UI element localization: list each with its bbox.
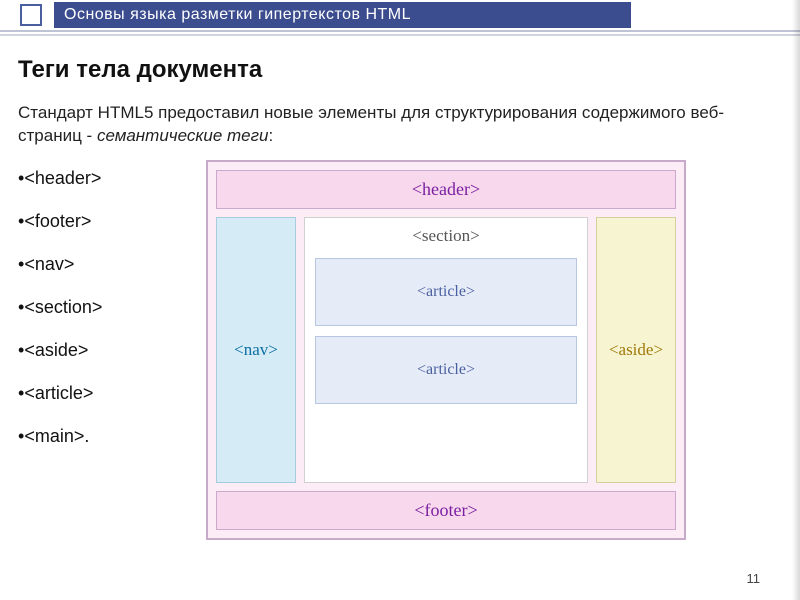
tag-label: <footer> [24,211,91,231]
title-bar: Основы языка разметки гипертекстов HTML [0,0,800,32]
page-shadow [792,0,800,600]
slide-content: Теги тела документа Стандарт HTML5 предо… [0,42,800,540]
tag-label: <article> [24,383,93,403]
diagram-section-box: <section> <article> <article> [304,217,588,483]
list-item: •<nav> [18,254,178,275]
body-row: •<header> •<footer> •<nav> •<section> •<… [18,160,782,540]
presentation-title: Основы языка разметки гипертекстов HTML [54,2,631,28]
intro-text: Стандарт HTML5 предоставил новые элемент… [18,102,782,148]
list-item: •<aside> [18,340,178,361]
diagram-nav-box: <nav> [216,217,296,483]
semantic-layout-diagram: <header> <nav> <section> <article> <arti… [206,160,686,540]
list-item: •<section> [18,297,178,318]
logo-square-icon [20,4,42,26]
list-item: •<article> [18,383,178,404]
tag-label: <nav> [24,254,74,274]
list-item: •<main>. [18,426,178,447]
tag-label: <header> [24,168,101,188]
diagram-middle-row: <nav> <section> <article> <article> <asi… [216,217,676,483]
diagram-article-box: <article> [315,258,577,326]
diagram-header-box: <header> [216,170,676,209]
tag-label: <aside> [24,340,88,360]
page-number: 11 [747,571,761,586]
list-item: •<footer> [18,211,178,232]
presentation-title-text: Основы языка разметки гипертекстов HTML [64,6,411,24]
intro-italic: семантические теги [97,126,269,145]
diagram-footer-box: <footer> [216,491,676,530]
intro-colon: : [268,126,273,145]
slide-title: Теги тела документа [18,56,782,84]
list-item: •<header> [18,168,178,189]
tag-label: <main>. [24,426,89,446]
diagram-section-label: <section> [315,224,577,248]
tag-label: <section> [24,297,102,317]
divider [0,34,800,36]
diagram-article-box: <article> [315,336,577,404]
diagram-aside-box: <aside> [596,217,676,483]
tag-list: •<header> •<footer> •<nav> •<section> •<… [18,160,178,469]
